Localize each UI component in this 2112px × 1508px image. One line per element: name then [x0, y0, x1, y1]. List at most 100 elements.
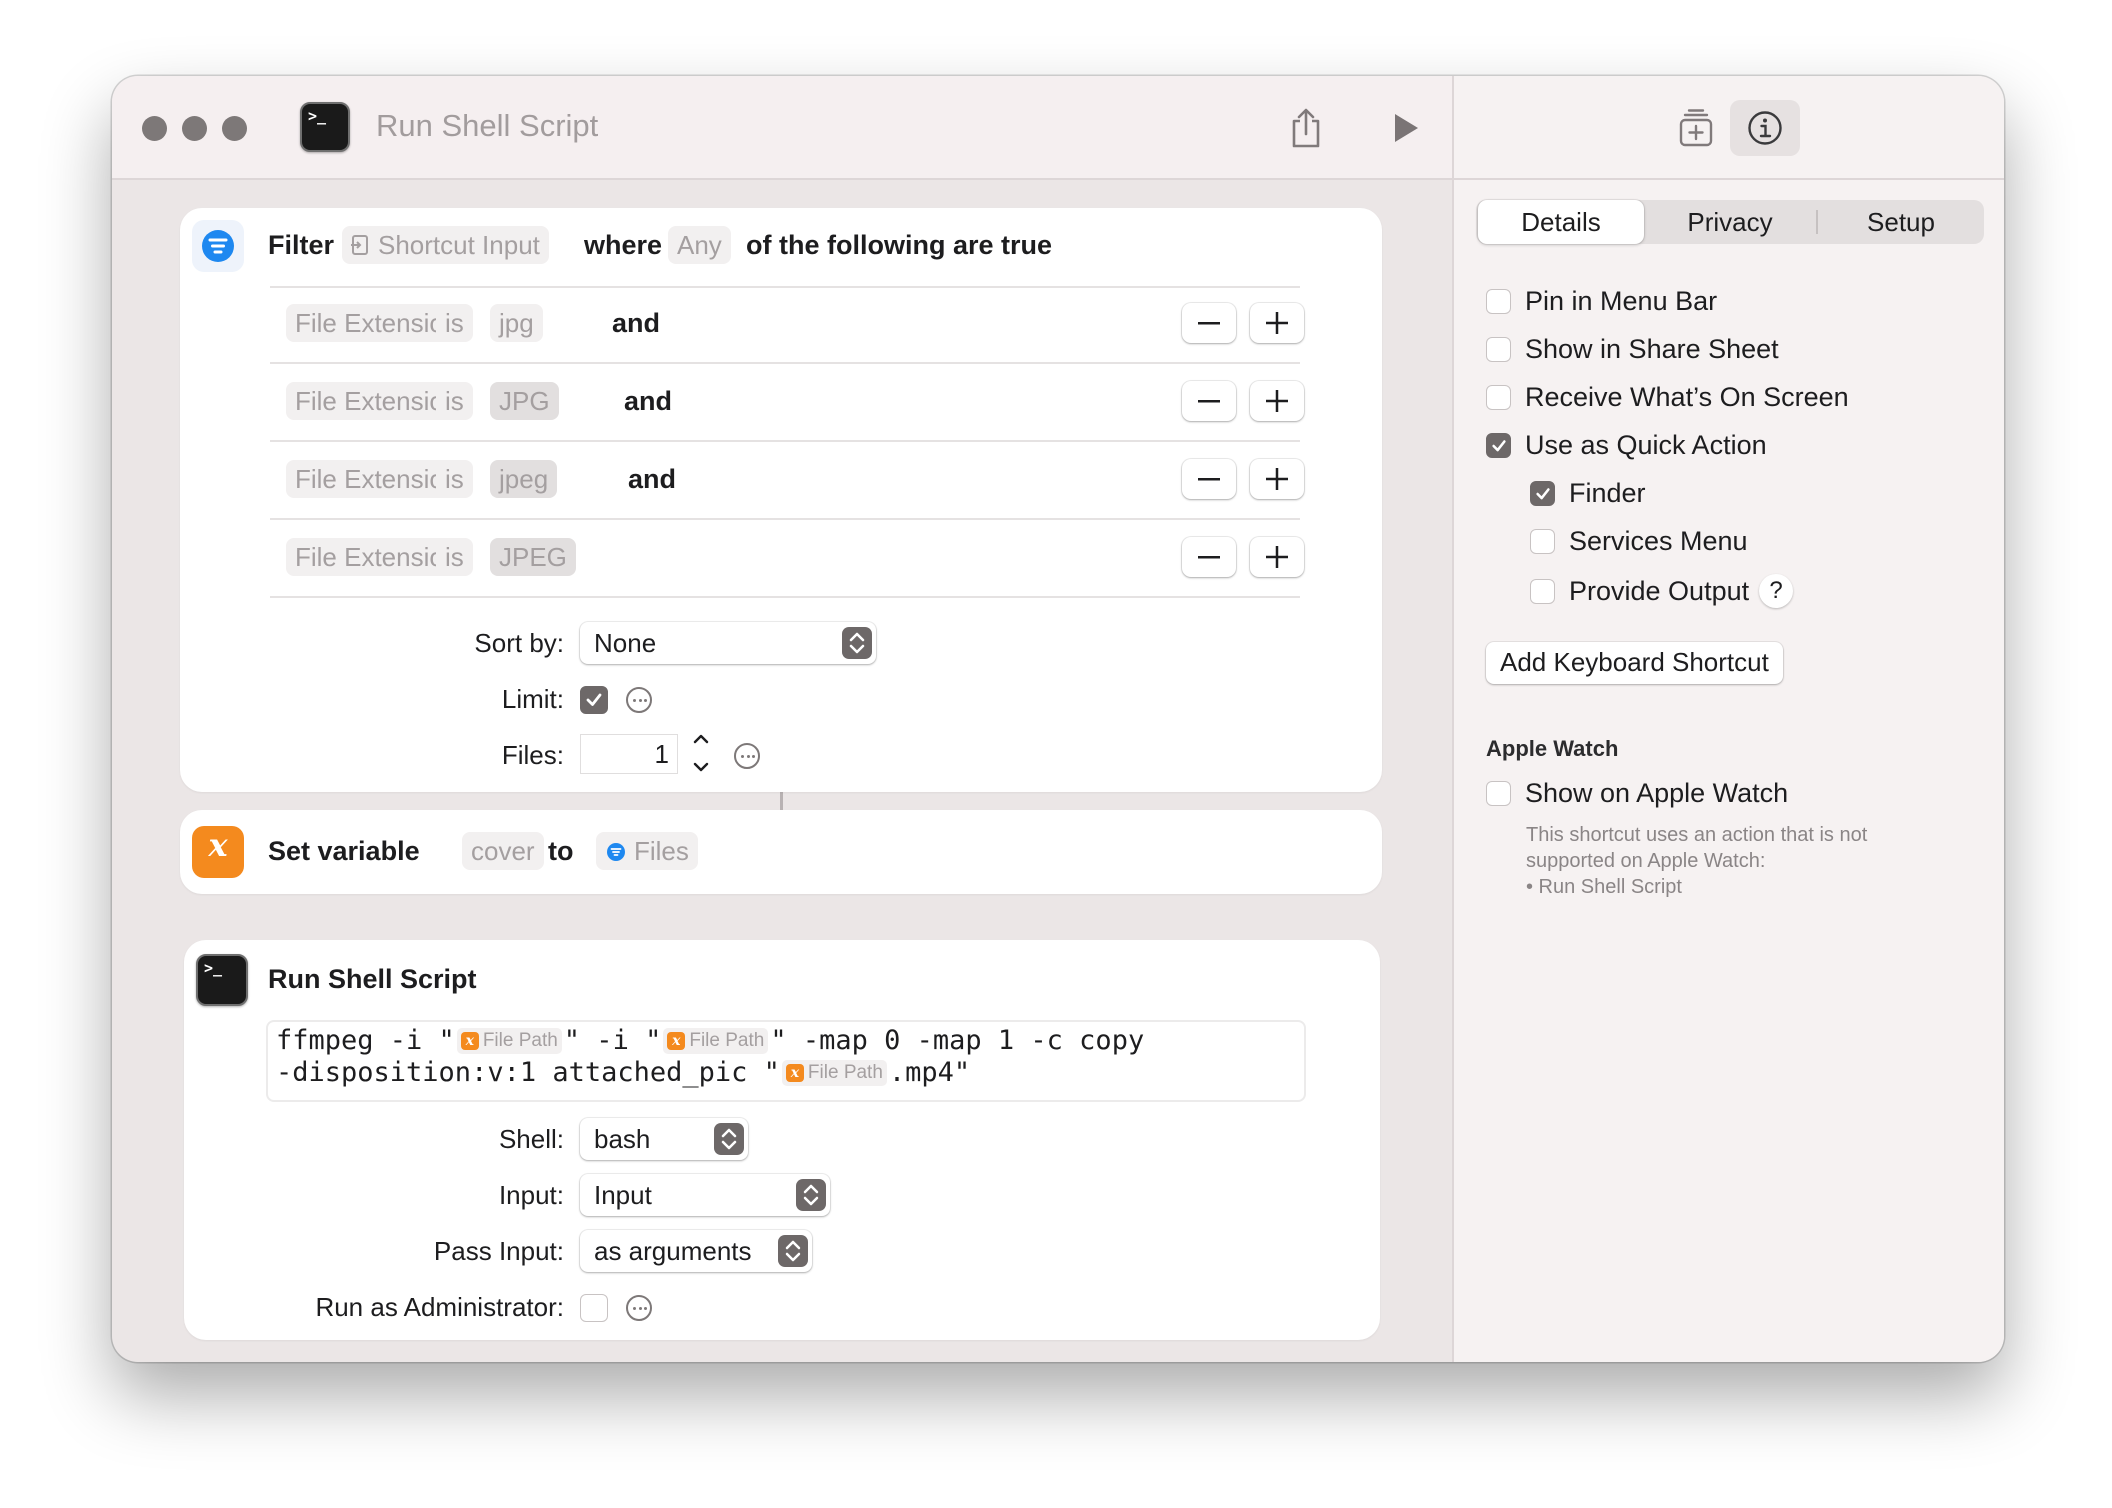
shortcut-input-token[interactable]: Shortcut Input: [342, 226, 549, 264]
files-variable-label: Files: [634, 836, 689, 866]
info-icon: [1748, 111, 1782, 145]
finder-option[interactable]: Finder: [1530, 478, 1646, 509]
checkbox[interactable]: [1486, 289, 1511, 314]
to-label: to: [548, 836, 574, 866]
files-label: Files:: [501, 740, 564, 770]
more-options-icon[interactable]: [626, 687, 652, 713]
checkbox[interactable]: [1486, 781, 1511, 806]
run-shell-script-action-card[interactable]: >_ Run Shell Script ffmpeg -i " x File Pat…: [184, 940, 1380, 1340]
pin-in-menu-bar-option[interactable]: Pin in Menu Bar: [1486, 286, 1717, 317]
divider: [270, 286, 1300, 288]
option-label: Pin in Menu Bar: [1525, 286, 1718, 316]
details-sidebar: Details Privacy Setup Pin in Menu Bar Sh…: [1452, 76, 2004, 1362]
condition-operator-token[interactable]: is: [436, 538, 473, 576]
checkbox[interactable]: [1530, 481, 1555, 506]
files-count-field[interactable]: 1: [580, 734, 678, 774]
file-path-variable-token[interactable]: x File Path: [663, 1028, 769, 1054]
variable-name-token[interactable]: cover: [462, 832, 544, 870]
run-shell-script-title: Run Shell Script: [268, 964, 477, 994]
script-text: " -map 0 -map 1 -c copy: [770, 1025, 1145, 1056]
minimize-window-button[interactable]: [182, 116, 207, 141]
file-path-variable-token[interactable]: x File Path: [781, 1060, 887, 1086]
files-variable-token[interactable]: Files: [596, 832, 698, 870]
remove-condition-button[interactable]: [1182, 381, 1236, 421]
conjunction-label: and: [624, 386, 673, 416]
limit-checkbox[interactable]: [580, 686, 608, 714]
shortcut-input-icon: [351, 235, 368, 255]
remove-condition-button[interactable]: [1182, 537, 1236, 577]
option-label: Finder: [1569, 478, 1646, 508]
more-options-icon[interactable]: [626, 1295, 652, 1321]
use-as-quick-action-option[interactable]: Use as Quick Action: [1486, 430, 1767, 461]
condition-value-token[interactable]: jpeg: [490, 460, 558, 498]
popup-chevrons-icon: [842, 627, 872, 659]
info-tab-button[interactable]: [1730, 100, 1800, 156]
run-play-icon[interactable]: [1386, 108, 1426, 148]
checkbox[interactable]: [1530, 529, 1555, 554]
script-text: .mp4": [888, 1057, 971, 1088]
checkbox[interactable]: [1486, 433, 1511, 458]
popup-chevrons-icon: [778, 1235, 808, 1267]
add-condition-button[interactable]: [1250, 303, 1304, 343]
set-variable-action-card[interactable]: x Set variable cover to Files: [180, 810, 1382, 894]
checkbox[interactable]: [1486, 385, 1511, 410]
pass-input-value: as arguments: [594, 1236, 752, 1266]
option-label: Show in Share Sheet: [1525, 334, 1779, 364]
help-button[interactable]: ?: [1759, 574, 1794, 608]
tab-setup[interactable]: Setup: [1818, 200, 1984, 244]
option-label: Services Menu: [1569, 526, 1748, 556]
provide-output-option[interactable]: Provide Output ?: [1530, 574, 1794, 608]
variable-icon: x: [460, 1032, 479, 1050]
sort-by-popup[interactable]: None: [580, 622, 876, 664]
script-editor[interactable]: ffmpeg -i " x File Path " -i " x File Path " -…: [266, 1020, 1306, 1102]
divider: [270, 596, 1300, 598]
add-condition-button[interactable]: [1250, 381, 1304, 421]
sort-by-value: None: [594, 628, 657, 658]
tab-details[interactable]: Details: [1478, 200, 1644, 244]
condition-value-token[interactable]: JPG: [490, 382, 559, 420]
pass-input-label: Pass Input:: [433, 1236, 564, 1266]
condition-value-token[interactable]: JPEG: [490, 538, 576, 576]
divider: [270, 518, 1300, 520]
input-popup[interactable]: Input: [580, 1174, 830, 1216]
services-menu-option[interactable]: Services Menu: [1530, 526, 1748, 557]
window-title[interactable]: Run Shell Script: [376, 108, 598, 144]
condition-value-token[interactable]: jpg: [490, 304, 543, 342]
tab-privacy[interactable]: Privacy: [1644, 200, 1816, 244]
add-condition-button[interactable]: [1250, 537, 1304, 577]
add-action-library-icon[interactable]: [1674, 106, 1718, 150]
terminal-icon: >_: [196, 954, 248, 1006]
checkbox[interactable]: [1530, 578, 1555, 604]
sidebar-toolbar: [1454, 76, 2004, 180]
script-text: " -i ": [563, 1025, 662, 1056]
checkbox[interactable]: [1486, 337, 1511, 362]
more-options-icon[interactable]: [734, 743, 760, 769]
title-bar: >_ Run Shell Script: [112, 76, 1452, 180]
any-token[interactable]: Any: [668, 226, 731, 264]
add-keyboard-shortcut-button[interactable]: Add Keyboard Shortcut: [1486, 642, 1783, 684]
share-icon[interactable]: [1284, 104, 1328, 152]
script-text: -disposition:v:1 attached_pic ": [276, 1057, 780, 1088]
run-as-admin-checkbox[interactable]: [580, 1294, 608, 1322]
shell-popup[interactable]: bash: [580, 1118, 748, 1160]
file-path-variable-token[interactable]: x File Path: [456, 1028, 562, 1054]
receive-on-screen-option[interactable]: Receive What’s On Screen: [1486, 382, 1849, 413]
filter-action-card[interactable]: Filter Shortcut Input where Any of the f…: [180, 208, 1382, 792]
remove-condition-button[interactable]: [1182, 459, 1236, 499]
files-stepper[interactable]: [688, 728, 714, 778]
condition-operator-token[interactable]: is: [436, 382, 473, 420]
variable-icon: x: [192, 826, 244, 878]
show-on-apple-watch-option[interactable]: Show on Apple Watch: [1486, 778, 1788, 809]
condition-operator-token[interactable]: is: [436, 304, 473, 342]
option-label: Provide Output: [1569, 575, 1750, 606]
pass-input-popup[interactable]: as arguments: [580, 1230, 812, 1272]
remove-condition-button[interactable]: [1182, 303, 1236, 343]
condition-operator-token[interactable]: is: [436, 460, 473, 498]
filter-icon: [607, 843, 625, 861]
sort-by-label: Sort by:: [474, 628, 564, 658]
zoom-window-button[interactable]: [222, 116, 247, 141]
close-window-button[interactable]: [142, 116, 167, 141]
add-condition-button[interactable]: [1250, 459, 1304, 499]
set-variable-action-name: Set variable: [268, 836, 420, 866]
show-in-share-sheet-option[interactable]: Show in Share Sheet: [1486, 334, 1779, 365]
